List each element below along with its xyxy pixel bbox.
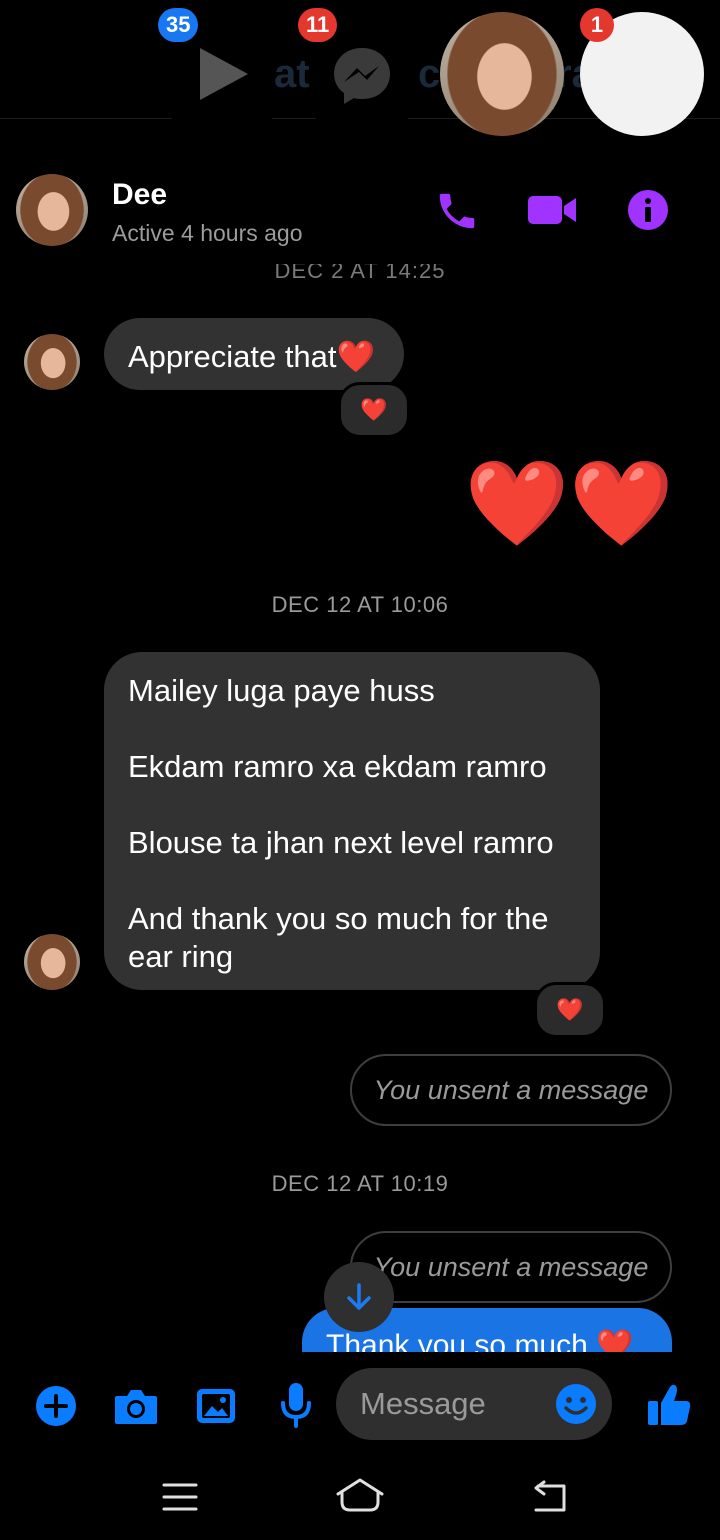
heart-reaction-icon: ❤️ bbox=[360, 397, 388, 422]
peek-text: c bbox=[418, 52, 441, 96]
message-avatar bbox=[24, 934, 80, 990]
date-separator: DEC 2 AT 14:25 bbox=[274, 258, 446, 283]
avatar-unread-badge: 1 bbox=[580, 8, 614, 42]
peek-text: at bbox=[274, 52, 310, 96]
video-call-icon[interactable] bbox=[526, 190, 578, 230]
incoming-message-bubble[interactable]: Appreciate that❤️ bbox=[104, 318, 404, 390]
message-line: Blouse ta jhan next level ramro bbox=[128, 825, 554, 860]
plus-icon[interactable] bbox=[34, 1384, 78, 1428]
video-unread-badge: 35 bbox=[158, 8, 199, 42]
microphone-icon[interactable] bbox=[274, 1380, 318, 1430]
info-icon[interactable] bbox=[626, 188, 670, 232]
active-status: Active 4 hours ago bbox=[112, 220, 303, 246]
outgoing-emoji-message[interactable]: ❤️❤️ bbox=[465, 448, 674, 558]
messenger-unread-badge: 11 bbox=[298, 8, 338, 42]
play-icon bbox=[200, 48, 248, 100]
message-reaction[interactable]: ❤️ bbox=[534, 982, 606, 1038]
contact-name[interactable]: Dee bbox=[112, 178, 167, 212]
heart-emoji: ❤️❤️ bbox=[464, 456, 674, 550]
emoji-icon[interactable] bbox=[554, 1382, 598, 1426]
contact-chathead-avatar[interactable] bbox=[440, 12, 564, 136]
message-line: Ekdam ramro xa ekdam ramro bbox=[128, 749, 547, 784]
phone-icon[interactable] bbox=[434, 188, 480, 234]
message-text: Thank you so much ❤️ bbox=[326, 1329, 634, 1352]
thumbs-up-icon[interactable] bbox=[644, 1380, 694, 1428]
message-line: And thank you so much for the ear ring bbox=[128, 901, 549, 974]
gallery-icon[interactable] bbox=[194, 1384, 238, 1428]
incoming-message-bubble[interactable]: Mailey luga paye huss Ekdam ramro xa ekd… bbox=[104, 652, 600, 990]
camera-icon[interactable] bbox=[112, 1384, 160, 1428]
messenger-chathead[interactable] bbox=[316, 30, 408, 122]
unsent-message-bubble[interactable]: You unsent a message bbox=[350, 1054, 672, 1126]
message-line: Mailey luga paye huss bbox=[128, 673, 435, 708]
messenger-icon bbox=[334, 48, 390, 104]
heart-emoji: ❤️ bbox=[336, 339, 376, 374]
arrow-down-icon bbox=[347, 1283, 371, 1310]
back-icon[interactable] bbox=[528, 1480, 570, 1516]
message-text: Appreciate that bbox=[128, 339, 337, 374]
unsent-message-bubble[interactable]: You unsent a message bbox=[350, 1231, 672, 1303]
date-separator: DEC 12 AT 10:06 bbox=[271, 592, 449, 617]
date-separator: DEC 12 AT 10:19 bbox=[271, 1171, 449, 1196]
recent-apps-icon[interactable] bbox=[160, 1480, 200, 1514]
scroll-to-bottom-button[interactable] bbox=[324, 1262, 394, 1332]
heart-reaction-icon: ❤️ bbox=[556, 997, 584, 1022]
header-avatar[interactable] bbox=[16, 174, 88, 246]
message-reaction[interactable]: ❤️ bbox=[338, 382, 410, 438]
message-avatar bbox=[24, 334, 80, 390]
home-icon[interactable] bbox=[334, 1474, 386, 1518]
